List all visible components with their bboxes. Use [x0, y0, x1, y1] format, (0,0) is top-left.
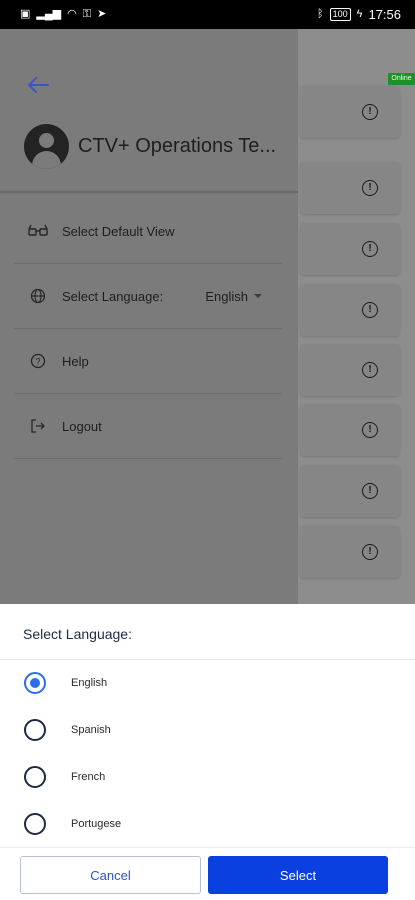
alert-icon: !: [362, 483, 378, 499]
globe-icon: [28, 286, 48, 306]
language-value: English: [205, 288, 248, 304]
menu-label: Select Language:: [62, 288, 164, 304]
profile-header: CTV+ Operations Te...: [24, 124, 276, 169]
menu-item-help[interactable]: ? Help: [14, 329, 282, 394]
radio-unselected-icon[interactable]: [24, 719, 46, 741]
language-option-portugese[interactable]: Portugese: [24, 807, 384, 841]
signal-icon: ▂▄▆: [36, 8, 62, 20]
divider: [0, 659, 415, 660]
online-badge: Online: [388, 73, 415, 85]
menu-label: Select Default View: [62, 223, 175, 239]
wifi-icon: ◠: [67, 8, 77, 20]
key-icon: ⚿: [82, 8, 92, 20]
menu-label: Help: [62, 353, 89, 369]
profile-name: CTV+ Operations Te...: [78, 135, 277, 157]
divider: [0, 847, 415, 848]
language-option-english[interactable]: English: [24, 666, 384, 700]
list-item[interactable]: !: [300, 223, 400, 275]
language-bottom-sheet: Select Language: English Spanish French …: [0, 604, 415, 900]
alert-icon: !: [362, 544, 378, 560]
alert-icon: !: [362, 180, 378, 196]
status-left: ▣ ▂▄▆ ◠ ⚿ ➤: [20, 9, 106, 20]
sheet-title: Select Language:: [23, 626, 132, 642]
cancel-button[interactable]: Cancel: [20, 856, 201, 894]
menu-label: Logout: [62, 418, 102, 434]
divider: [0, 191, 298, 193]
back-arrow-icon[interactable]: [26, 75, 50, 95]
option-label: Portugese: [71, 818, 122, 830]
list-item[interactable]: !: [300, 526, 400, 578]
list-item[interactable]: !: [300, 344, 400, 396]
alert-icon: !: [362, 241, 378, 257]
alert-icon: !: [362, 302, 378, 318]
avatar-icon: [24, 124, 69, 169]
menu-item-logout[interactable]: Logout: [14, 394, 282, 459]
logout-icon: [28, 416, 48, 436]
glasses-icon: [28, 221, 48, 241]
list-item[interactable]: !: [300, 162, 400, 214]
status-right: ᛒ 100 ϟ 17:56: [317, 7, 401, 22]
svg-text:?: ?: [35, 357, 40, 367]
status-time: 17:56: [368, 7, 401, 22]
battery-icon: 100: [329, 8, 351, 21]
alert-icon: !: [362, 422, 378, 438]
charging-icon: ϟ: [356, 8, 363, 20]
language-option-spanish[interactable]: Spanish: [24, 713, 384, 747]
list-item[interactable]: !: [300, 284, 400, 336]
radio-selected-icon[interactable]: [24, 672, 46, 694]
select-button[interactable]: Select: [208, 856, 388, 894]
alert-icon: !: [362, 362, 378, 378]
bluetooth-icon: ᛒ: [316, 8, 324, 20]
radio-unselected-icon[interactable]: [24, 766, 46, 788]
sim-card-icon: ▣: [20, 8, 31, 20]
help-circle-icon: ?: [28, 351, 48, 371]
list-item[interactable]: !: [300, 465, 400, 517]
language-dropdown[interactable]: English: [205, 289, 262, 304]
list-item[interactable]: !: [300, 86, 400, 138]
option-label: French: [71, 771, 106, 783]
status-bar: ▣ ▂▄▆ ◠ ⚿ ➤ ᛒ 100 ϟ 17:56: [0, 0, 415, 29]
menu-item-select-language[interactable]: Select Language: English: [14, 264, 282, 329]
list-item[interactable]: !: [300, 404, 400, 456]
option-label: English: [71, 677, 108, 689]
language-option-french[interactable]: French: [24, 760, 384, 794]
chevron-down-icon: [254, 294, 262, 298]
option-label: Spanish: [71, 724, 111, 736]
radio-unselected-icon[interactable]: [24, 813, 46, 835]
menu-item-select-default-view[interactable]: Select Default View: [14, 199, 282, 264]
location-arrow-icon: ➤: [97, 8, 107, 20]
alert-icon: !: [362, 104, 378, 120]
